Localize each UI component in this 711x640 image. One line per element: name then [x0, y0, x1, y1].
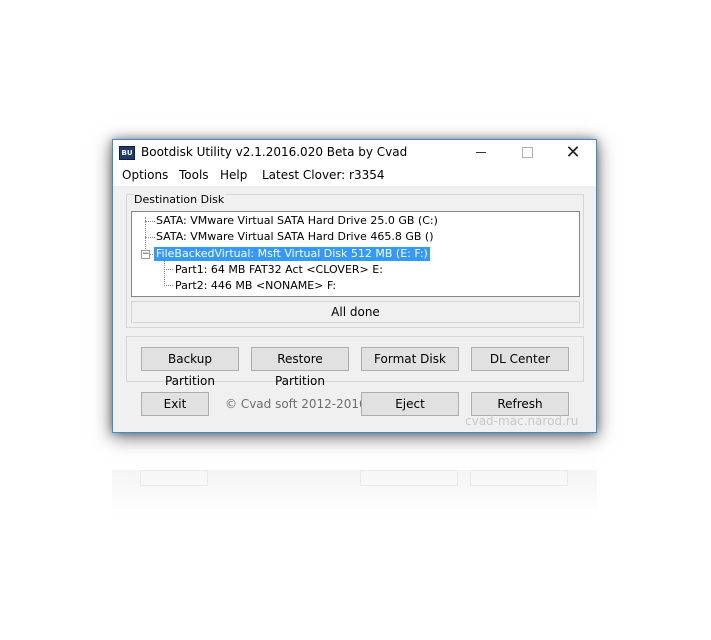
exit-button[interactable]: Exit: [141, 392, 209, 416]
collapse-icon[interactable]: −: [141, 250, 150, 259]
refresh-button[interactable]: Refresh: [471, 392, 569, 416]
minimize-button[interactable]: [458, 140, 504, 166]
menu-bar: Options Tools Help Latest Clover: r3354: [113, 166, 596, 186]
partition-item-part2[interactable]: Part2: 446 MB <NONAME> F:: [175, 279, 336, 293]
disk-tree[interactable]: − SATA: VMware Virtual SATA Hard Drive 2…: [131, 211, 580, 297]
menu-latest-clover[interactable]: Latest Clover: r3354: [262, 168, 385, 182]
maximize-icon: [521, 147, 533, 158]
restore-partition-button[interactable]: Restore Partition: [251, 347, 349, 388]
status-bar: All done: [131, 301, 580, 323]
close-button[interactable]: ✕: [550, 140, 596, 166]
disk-item-sata-c[interactable]: SATA: VMware Virtual SATA Hard Drive 25.…: [156, 214, 438, 228]
minimize-icon: [476, 152, 486, 153]
menu-tools[interactable]: Tools: [179, 168, 209, 182]
tree-line: [145, 237, 155, 238]
watermark-text: cvad-mac.narod.ru: [465, 414, 579, 428]
reflection-shape: [470, 470, 568, 486]
eject-button[interactable]: Eject: [361, 392, 459, 416]
menu-options[interactable]: Options: [122, 168, 168, 182]
format-disk-button[interactable]: Format Disk: [361, 347, 459, 371]
copyright-text: © Cvad soft 2012-2016: [225, 397, 367, 411]
menu-help[interactable]: Help: [220, 168, 247, 182]
tree-line: [164, 285, 173, 286]
tree-line: [164, 260, 165, 286]
tree-line: [164, 269, 173, 270]
window-title: Bootdisk Utility v2.1.2016.020 Beta by C…: [141, 145, 408, 159]
maximize-button[interactable]: [504, 140, 550, 166]
partition-item-part1[interactable]: Part1: 64 MB FAT32 Act <CLOVER> E:: [175, 263, 383, 277]
window-reflection: [112, 470, 597, 518]
disk-item-sata-2[interactable]: SATA: VMware Virtual SATA Hard Drive 465…: [156, 230, 434, 244]
reflection-shape: [360, 470, 458, 486]
reflection-shape: [140, 470, 208, 486]
tree-line: [145, 221, 155, 222]
disk-item-filebacked-virtual[interactable]: FileBackedVirtual: Msft Virtual Disk 512…: [154, 247, 430, 261]
app-icon: BU: [119, 146, 135, 160]
bootdisk-utility-window: BU Bootdisk Utility v2.1.2016.020 Beta b…: [112, 139, 597, 433]
backup-partition-button[interactable]: Backup Partition: [141, 347, 239, 388]
title-bar[interactable]: BU Bootdisk Utility v2.1.2016.020 Beta b…: [113, 140, 596, 166]
close-icon: ✕: [565, 142, 581, 163]
destination-disk-label: Destination Disk: [133, 193, 226, 206]
dl-center-button[interactable]: DL Center: [471, 347, 569, 371]
